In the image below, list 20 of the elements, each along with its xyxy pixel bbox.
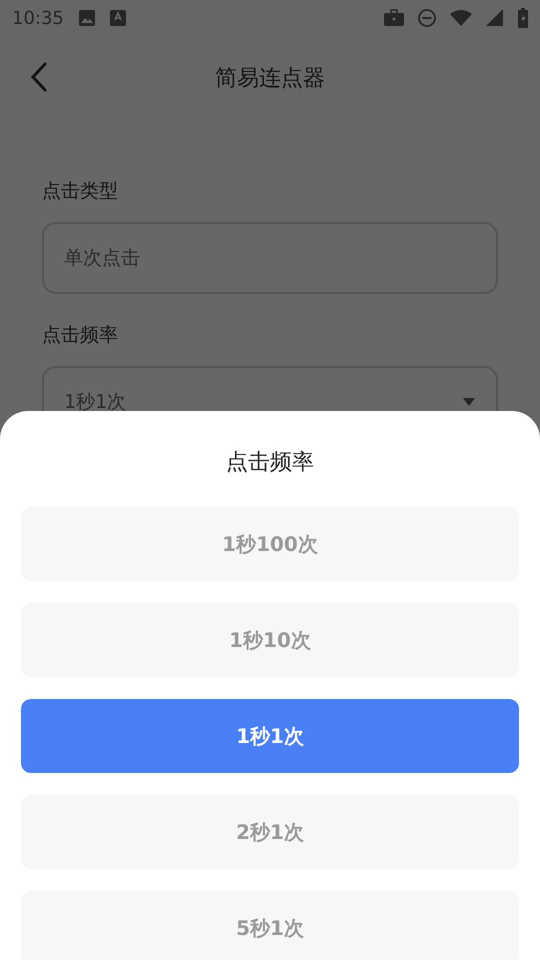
option-button[interactable]: 1秒10次 xyxy=(21,603,519,677)
font-icon xyxy=(110,9,126,27)
signal-icon xyxy=(486,9,504,27)
option-button[interactable]: 2秒1次 xyxy=(21,795,519,869)
briefcase-icon xyxy=(384,9,404,27)
field-label: 点击频率 xyxy=(42,323,119,348)
sheet-title: 点击频率 xyxy=(226,449,314,477)
image-icon xyxy=(78,9,96,27)
page-title: 简易连点器 xyxy=(215,65,325,93)
option-button[interactable]: 5秒1次 xyxy=(21,891,519,960)
option-button[interactable]: 1秒1次 xyxy=(21,699,519,773)
input-field[interactable]: 单次点击 xyxy=(42,222,498,294)
battery-charging-icon xyxy=(518,8,528,28)
wifi-icon xyxy=(450,9,472,27)
field-label: 点击类型 xyxy=(42,179,119,204)
dropdown-icon xyxy=(462,397,476,407)
do-not-disturb-icon xyxy=(418,9,436,27)
status-time: 10:35 xyxy=(12,8,64,28)
option-button[interactable]: 1秒100次 xyxy=(21,507,519,581)
back-icon[interactable] xyxy=(30,62,48,92)
